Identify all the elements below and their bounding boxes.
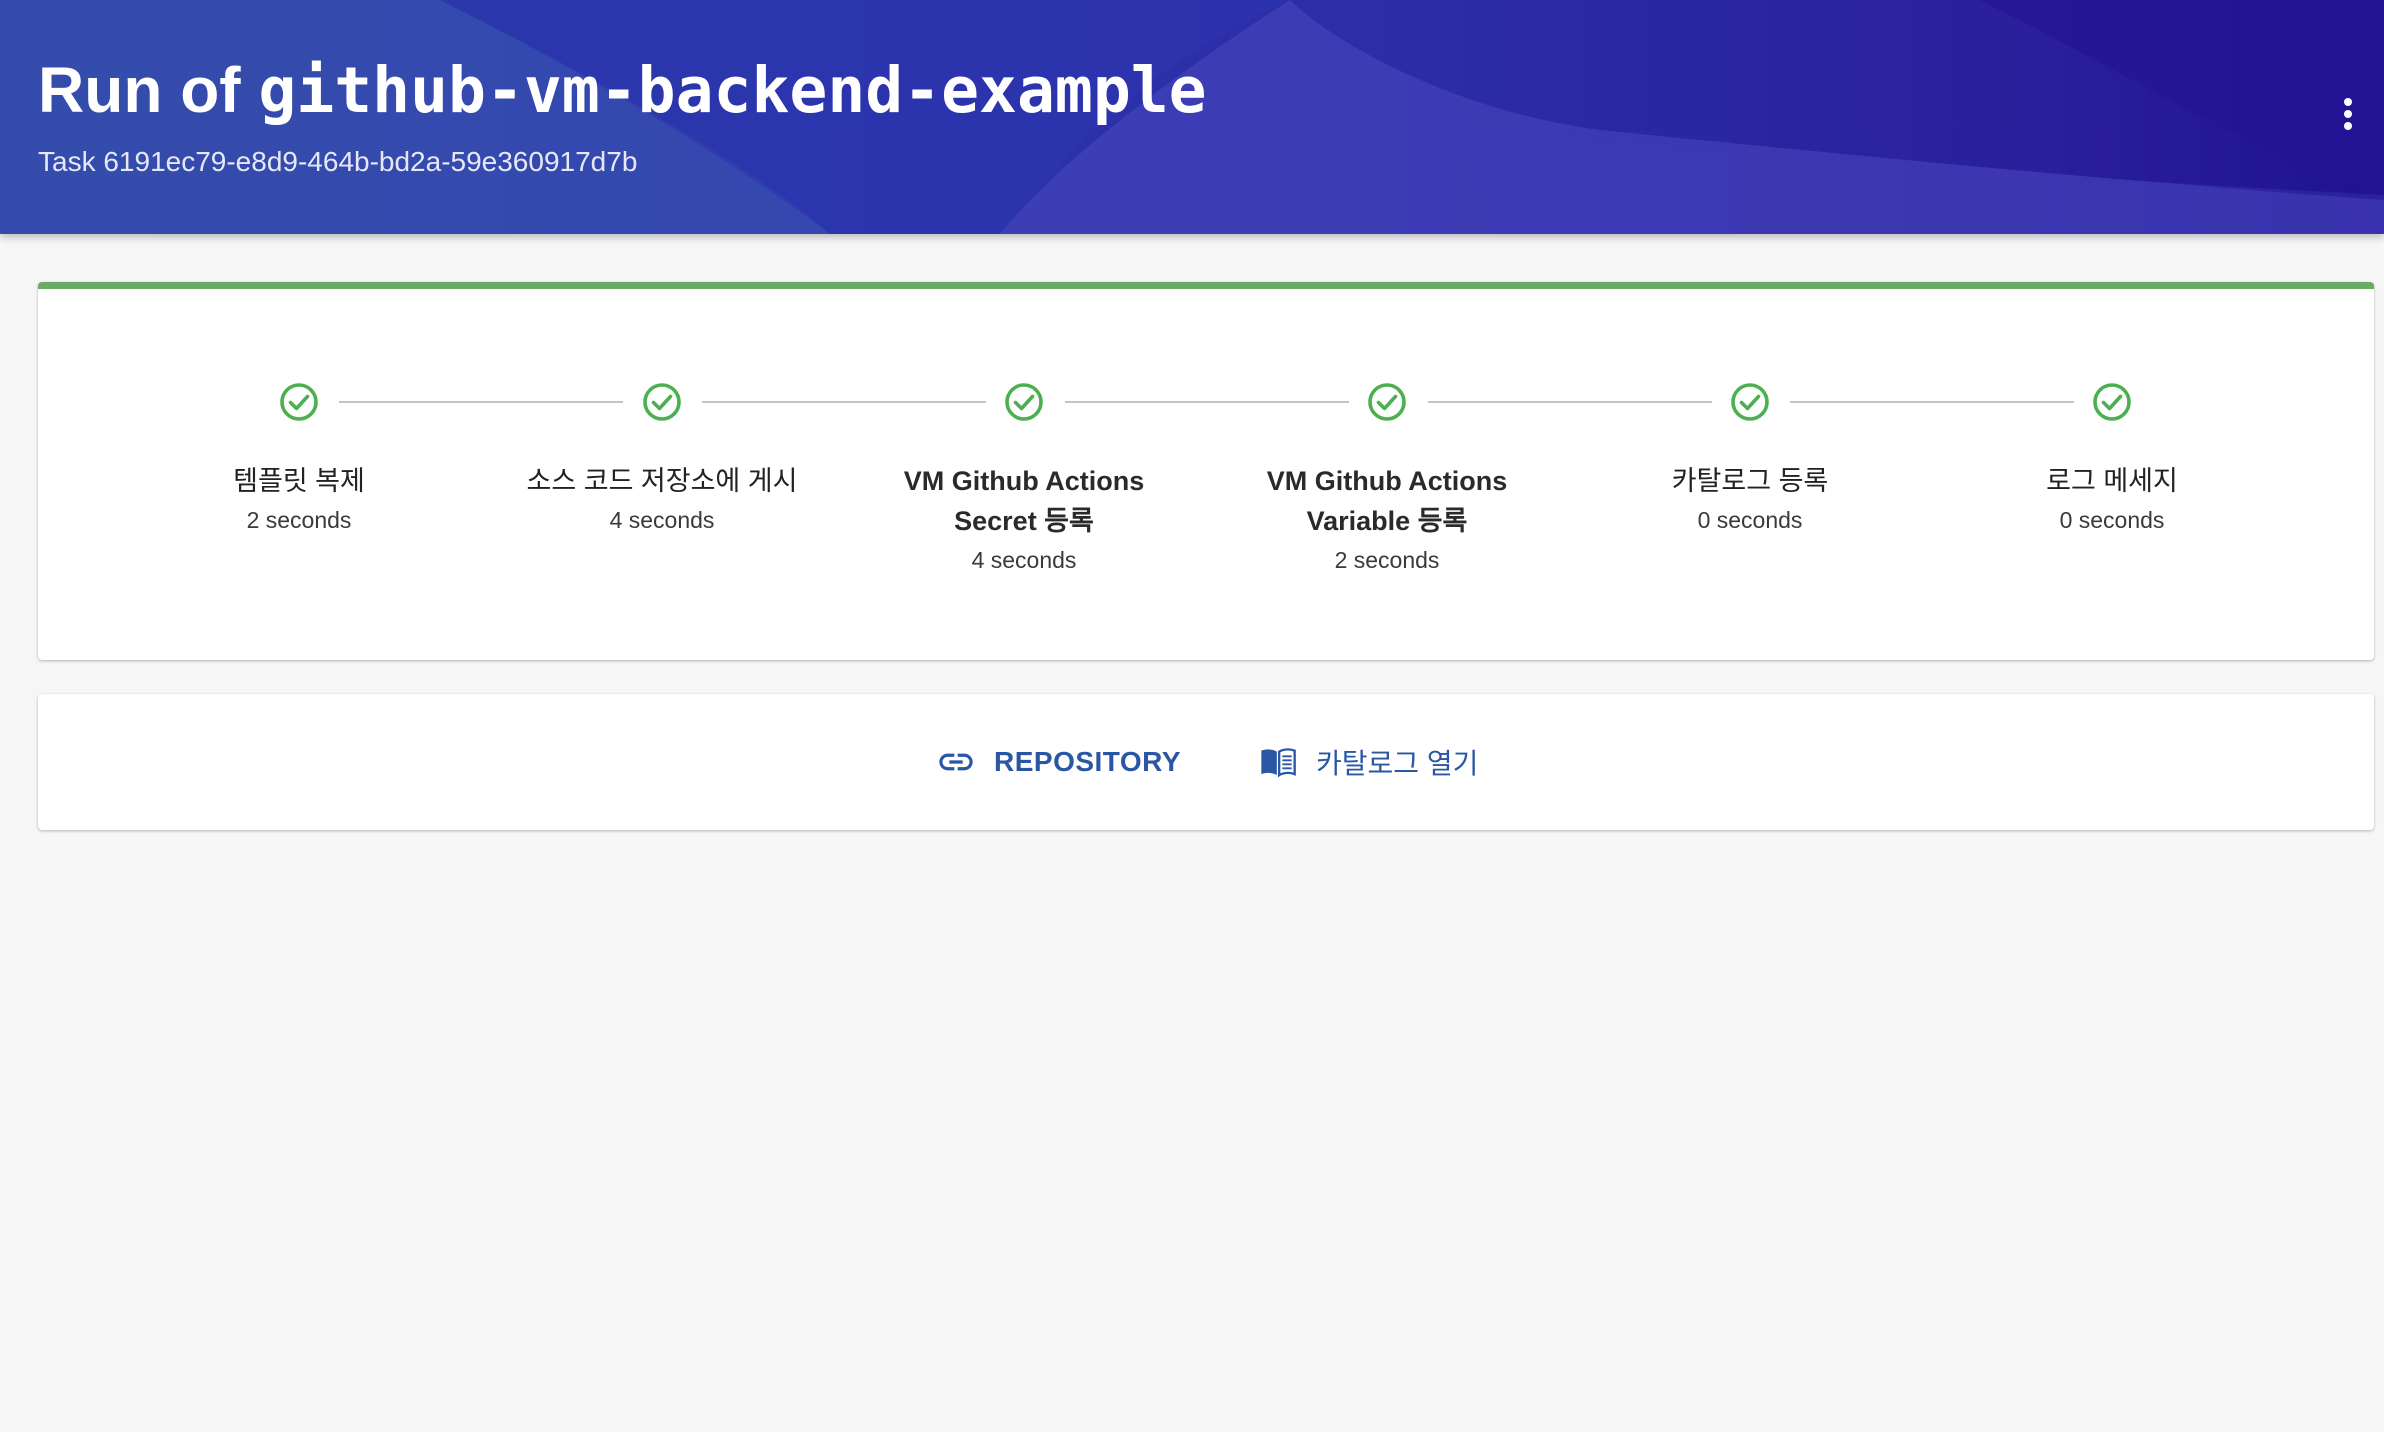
output-links-card: REPOSITORY 카탈로그 열기 bbox=[38, 694, 2374, 830]
step-label-line: VM Github Actions bbox=[903, 466, 1145, 496]
step-duration: 4 seconds bbox=[609, 507, 715, 533]
step-duration: 4 seconds bbox=[971, 547, 1077, 573]
check-circle-icon bbox=[1368, 383, 1406, 421]
template-name: github-vm-backend-example bbox=[258, 54, 1207, 127]
step-label: 로그 메세지 bbox=[2046, 466, 2178, 496]
step-duration: 2 seconds bbox=[1334, 547, 1440, 573]
check-circle-icon bbox=[643, 383, 681, 421]
page-header: Run of github-vm-backend-example Task 61… bbox=[0, 0, 2384, 234]
task-id-subtitle: Task 6191ec79-e8d9-464b-bd2a-59e360917d7… bbox=[38, 146, 638, 177]
step-label: 소스 코드 저장소에 게시 bbox=[526, 466, 798, 496]
check-circle-icon bbox=[280, 383, 318, 421]
repository-link[interactable]: REPOSITORY bbox=[936, 740, 1181, 784]
task-stepper-card: 템플릿 복제 2 seconds 소스 코드 저장소에 게시 4 seconds… bbox=[38, 282, 2374, 660]
step-label-line: VM Github Actions bbox=[1266, 466, 1508, 496]
page-title: Run of github-vm-backend-example bbox=[38, 50, 1207, 131]
step-duration: 0 seconds bbox=[1697, 507, 1803, 533]
step-label-line: Variable 등록 bbox=[1306, 506, 1468, 536]
title-prefix: Run of bbox=[38, 54, 259, 126]
step-connector bbox=[1065, 401, 1349, 403]
catalog-open-link-label: 카탈로그 열기 bbox=[1316, 748, 1479, 779]
step-label: VM Github Actions Variable 등록 bbox=[1227, 461, 1547, 541]
link-icon bbox=[939, 753, 973, 771]
step-label-line: Secret 등록 bbox=[954, 506, 1094, 536]
step-label: 카탈로그 등록 bbox=[1671, 466, 1829, 496]
step-connector bbox=[1428, 401, 1712, 403]
step-connector bbox=[339, 401, 623, 403]
catalog-open-link[interactable]: 카탈로그 열기 bbox=[1258, 740, 1478, 784]
step-label: 템플릿 복제 bbox=[233, 466, 365, 496]
check-circle-icon bbox=[1005, 383, 1043, 421]
step-label: VM Github Actions Secret 등록 bbox=[864, 461, 1184, 541]
step-duration: 0 seconds bbox=[2059, 507, 2165, 533]
check-circle-icon bbox=[1731, 383, 1769, 421]
repository-link-label: REPOSITORY bbox=[994, 746, 1182, 777]
check-circle-icon bbox=[2093, 383, 2131, 421]
step-connector bbox=[1790, 401, 2074, 403]
step-duration: 2 seconds bbox=[246, 507, 352, 533]
book-icon bbox=[1261, 748, 1296, 778]
more-vert-icon[interactable] bbox=[2338, 98, 2358, 138]
step-connector bbox=[702, 401, 986, 403]
